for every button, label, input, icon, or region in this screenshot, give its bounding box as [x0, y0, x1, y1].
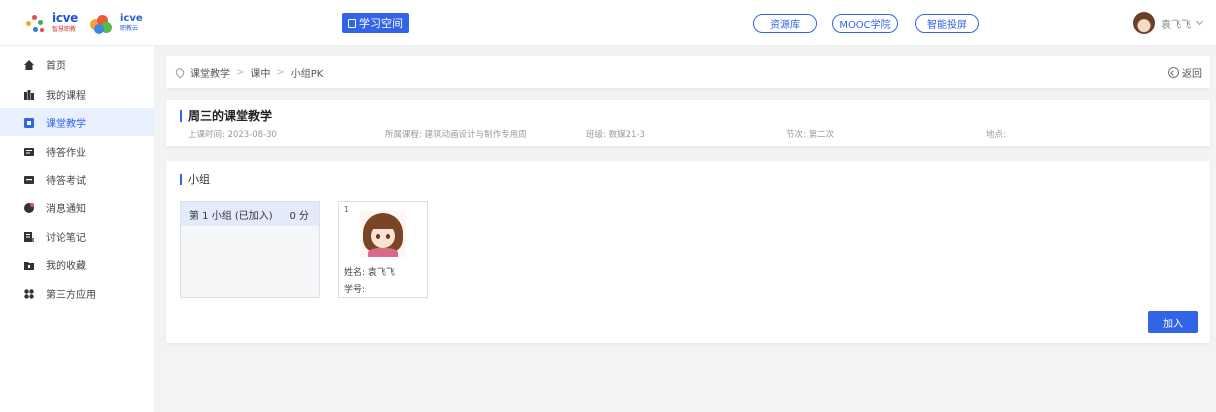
- sidebar-item-favorites[interactable]: 我的收藏: [0, 250, 154, 278]
- homework-icon: [24, 146, 34, 156]
- sidebar-item-my-courses[interactable]: 我的课程: [0, 80, 154, 108]
- mooc-college-label: MOOC学院: [839, 20, 891, 31]
- group-score: 0 分: [289, 210, 309, 222]
- chevron-down-icon: [1195, 17, 1204, 26]
- sidebar-item-pending-exam[interactable]: 待答考试: [0, 165, 154, 193]
- brand2-text: icve: [120, 13, 143, 24]
- back-button[interactable]: 返回: [1168, 65, 1202, 80]
- lesson-title: 周三的课堂教学: [180, 110, 272, 122]
- group-list: 第 1 小组 (已加入) 0 分: [180, 201, 320, 298]
- member-card[interactable]: 1 姓名: 袁飞飞 学号:: [338, 201, 428, 298]
- sidebar-item-pending-homework[interactable]: 待答作业: [0, 137, 154, 165]
- lesson-course: 所属课程: 建筑动画设计与制作专用周: [385, 130, 527, 140]
- sidebar-item-label: 第三方应用: [46, 289, 96, 301]
- lesson-session: 节次: 第二次: [786, 130, 835, 140]
- sidebar-item-classroom-teaching[interactable]: 课堂教学: [0, 108, 154, 136]
- location-pin-icon: [173, 65, 187, 79]
- brand-icve-zhijiaoyun: icve 职教云: [120, 14, 143, 34]
- resource-library-label: 资源库: [770, 20, 800, 31]
- space-icon: [348, 18, 356, 28]
- exam-icon: [24, 174, 34, 184]
- breadcrumb: 课堂教学 > 课中 > 小组PK 返回: [166, 56, 1210, 88]
- sidebar-item-label: 讨论笔记: [46, 232, 86, 244]
- sidebar-item-messages[interactable]: 消息通知: [0, 193, 154, 221]
- logo-dots-icon: [26, 14, 46, 34]
- user-name: 袁飞飞: [1161, 19, 1191, 31]
- member-index: 1: [344, 205, 350, 214]
- breadcrumb-separator: >: [276, 66, 285, 78]
- mooc-college-link[interactable]: MOOC学院: [832, 14, 898, 33]
- smart-cast-label: 智能投屏: [927, 20, 967, 31]
- join-button[interactable]: 加入: [1148, 311, 1198, 333]
- apps-icon: [24, 288, 34, 299]
- groups-section-title: 小组: [180, 174, 210, 185]
- back-arrow-icon: [1168, 67, 1179, 78]
- lesson-info-card: 周三的课堂教学 上课时间: 2023-08-30 所属课程: 建筑动画设计与制作…: [166, 100, 1210, 146]
- brand1-subtitle: 智慧职教: [52, 26, 77, 33]
- favorites-icon: [24, 259, 34, 270]
- message-icon: [24, 202, 34, 213]
- icve-logo[interactable]: icve 智慧职教 icve 职教云: [26, 11, 143, 35]
- breadcrumb-item-classroom[interactable]: 课堂教学: [190, 65, 230, 80]
- resource-library-link[interactable]: 资源库: [753, 14, 817, 33]
- member-name: 姓名: 袁飞飞: [344, 268, 395, 278]
- brand-icve-zhihuizhijiao: icve 智慧职教: [52, 11, 78, 35]
- top-header: icve 智慧职教 icve 职教云 学习空间 资源库 MOOC学院 智能投屏 …: [0, 0, 1216, 46]
- back-label: 返回: [1182, 69, 1202, 80]
- groups-card: 小组 第 1 小组 (已加入) 0 分 1 姓名: 袁飞飞 学号: 加入: [166, 161, 1210, 343]
- sidebar: 首页 我的课程 课堂教学 待答作业 待答考试 消息通知 讨论笔记 我的收藏 第三…: [0, 46, 154, 412]
- sidebar-item-label: 首页: [46, 60, 66, 72]
- member-student-id: 学号:: [344, 285, 366, 295]
- member-avatar: [360, 211, 406, 257]
- lesson-place: 地点:: [986, 130, 1006, 140]
- avatar: [1133, 12, 1155, 34]
- breadcrumb-item-group-pk: 小组PK: [290, 68, 324, 80]
- smart-cast-link[interactable]: 智能投屏: [915, 14, 979, 33]
- sidebar-item-discussion-notes[interactable]: 讨论笔记: [0, 222, 154, 250]
- group-name: 第 1 小组 (已加入): [189, 210, 273, 222]
- learning-space-label: 学习空间: [359, 17, 403, 30]
- user-menu[interactable]: 袁飞飞: [1133, 12, 1204, 34]
- learning-space-button[interactable]: 学习空间: [342, 13, 409, 33]
- classroom-icon: [24, 117, 34, 128]
- courses-icon: [24, 89, 34, 100]
- sidebar-item-label: 待答作业: [46, 147, 86, 159]
- sidebar-item-third-party-apps[interactable]: 第三方应用: [0, 279, 154, 307]
- sidebar-item-home[interactable]: 首页: [0, 50, 154, 78]
- flower-logo-icon: [88, 14, 114, 34]
- sidebar-item-label: 我的收藏: [46, 260, 86, 272]
- home-icon: [24, 59, 34, 70]
- sidebar-item-label: 消息通知: [46, 203, 86, 215]
- notes-icon: [24, 231, 34, 242]
- breadcrumb-item-in-class[interactable]: 课中: [250, 65, 270, 80]
- sidebar-item-label: 待答考试: [46, 175, 86, 187]
- lesson-time: 上课时间: 2023-08-30: [188, 130, 277, 140]
- brand1-text: icve: [52, 11, 78, 25]
- list-item[interactable]: 第 1 小组 (已加入) 0 分: [181, 202, 319, 226]
- sidebar-item-label: 我的课程: [46, 90, 86, 102]
- lesson-class: 班级: 数媒21-3: [586, 130, 645, 140]
- sidebar-item-label: 课堂教学: [46, 118, 86, 130]
- breadcrumb-separator: >: [236, 66, 245, 78]
- brand2-subtitle: 职教云: [120, 25, 139, 32]
